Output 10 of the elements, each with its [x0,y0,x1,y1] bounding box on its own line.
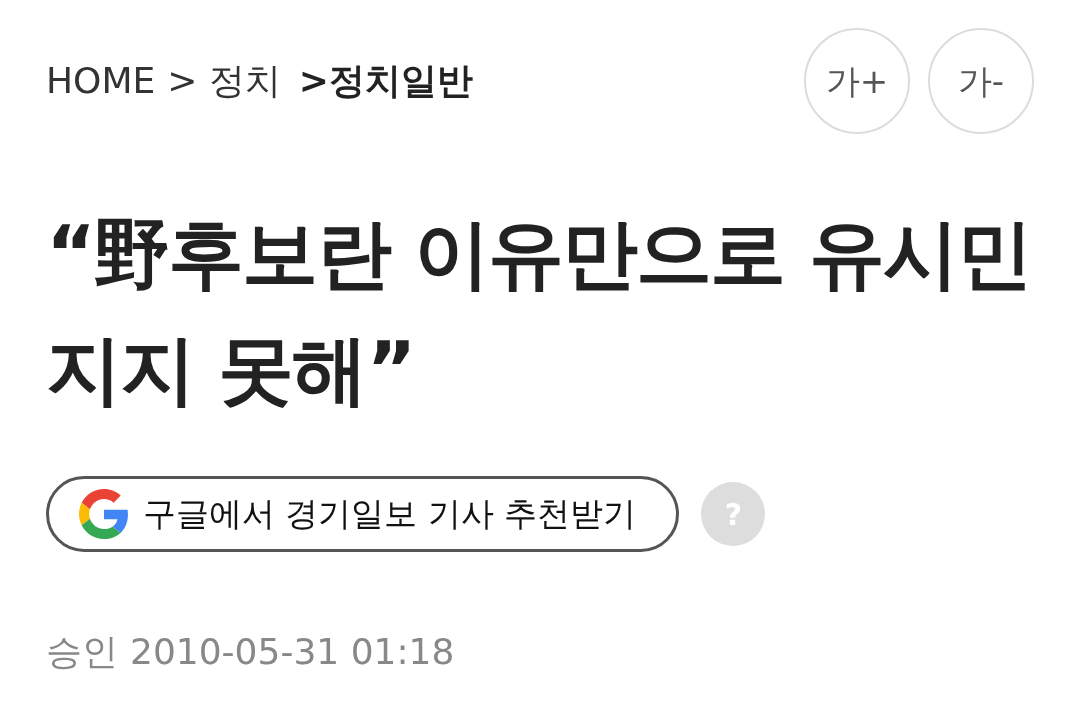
g-logo-icon [79,489,129,539]
text-size-button[interactable]: 가- [928,28,1034,134]
approval-label: 승인 [46,630,118,674]
text-size-button[interactable]: 가+ [804,28,910,134]
breadcrumb-link[interactable]: > 정치 [167,63,281,99]
breadcrumb-link[interactable]: HOME [46,63,156,99]
article-headline: “野후보란 이유만으로 유시민 지지 못해” [46,208,1032,416]
date-time-text: 2010-05-31 01:18 [130,630,455,674]
google-recommend-button[interactable]: 구글에서 경기일보 기사 추천받기 [46,476,680,552]
breadcrumb-link[interactable]: >정치일반 [298,63,473,99]
